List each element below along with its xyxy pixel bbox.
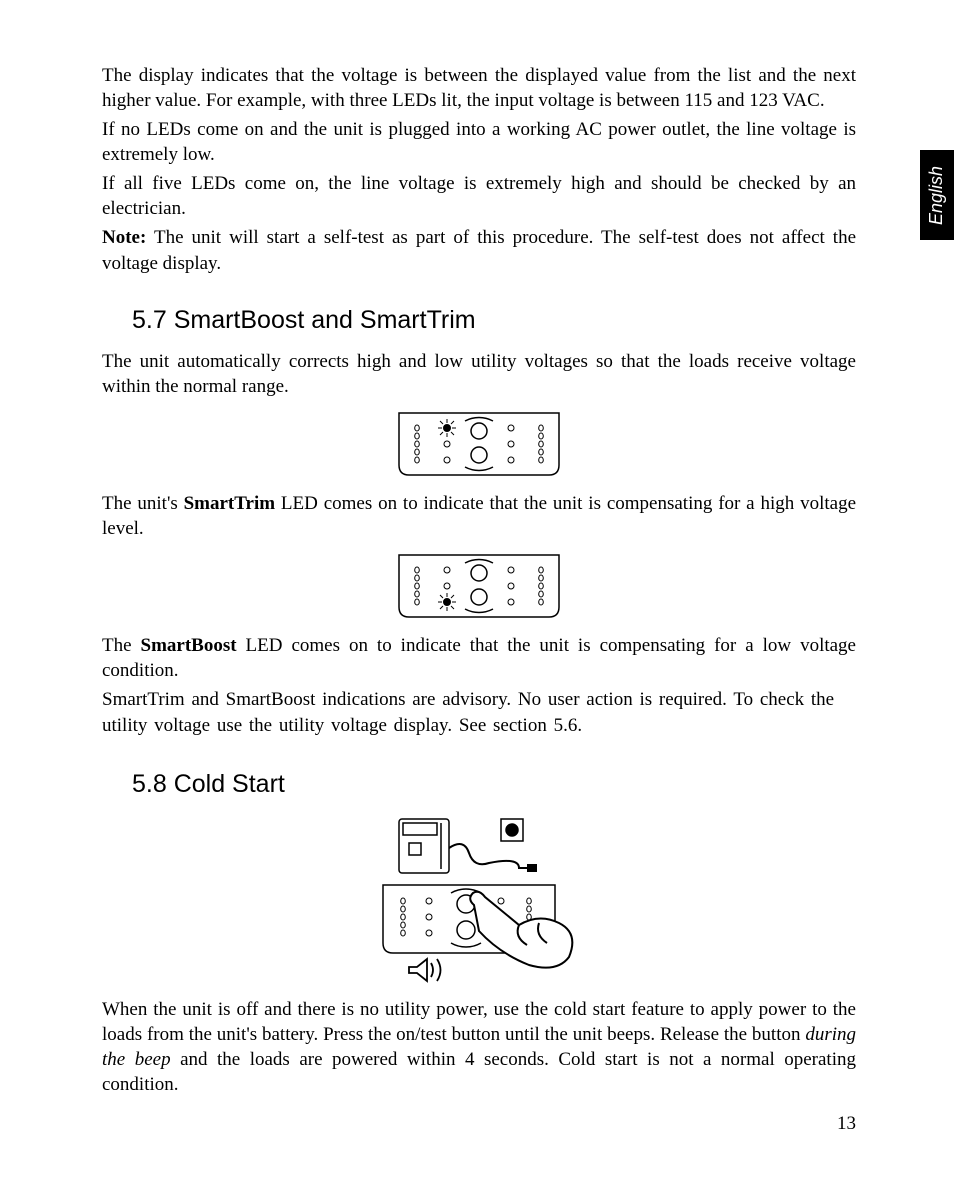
note-label: Note:: [102, 227, 146, 248]
note-paragraph: Note: The unit will start a self-test as…: [102, 225, 856, 275]
text: The: [102, 635, 141, 656]
body-paragraph: The display indicates that the voltage i…: [102, 63, 856, 113]
body-paragraph: The SmartBoost LED comes on to indicate …: [102, 633, 856, 683]
body-paragraph: SmartTrim and SmartBoost indications are…: [102, 687, 856, 739]
body-paragraph: The unit's SmartTrim LED comes on to ind…: [102, 491, 856, 541]
smarttrim-label: SmartTrim: [184, 493, 275, 514]
body-paragraph: If no LEDs come on and the unit is plugg…: [102, 117, 856, 167]
language-label: English: [927, 165, 948, 224]
note-text: The unit will start a self-test as part …: [102, 227, 856, 273]
text: The unit's: [102, 493, 184, 514]
smartboost-panel-figure: [102, 553, 856, 619]
text: When the unit is off and there is no uti…: [102, 999, 856, 1045]
language-tab: English: [920, 150, 954, 240]
cold-start-figure: [102, 813, 856, 983]
body-paragraph: If all five LEDs come on, the line volta…: [102, 171, 856, 221]
page-content: The display indicates that the voltage i…: [102, 63, 856, 1101]
text: and the loads are powered within 4 secon…: [102, 1049, 856, 1095]
smarttrim-panel-figure: [102, 411, 856, 477]
body-paragraph: When the unit is off and there is no uti…: [102, 997, 856, 1097]
section-heading-5-8: 5.8 Cold Start: [132, 770, 856, 799]
body-paragraph: The unit automatically corrects high and…: [102, 349, 856, 399]
page-number: 13: [837, 1113, 856, 1135]
smartboost-label: SmartBoost: [141, 635, 237, 656]
section-heading-5-7: 5.7 SmartBoost and SmartTrim: [132, 306, 856, 335]
